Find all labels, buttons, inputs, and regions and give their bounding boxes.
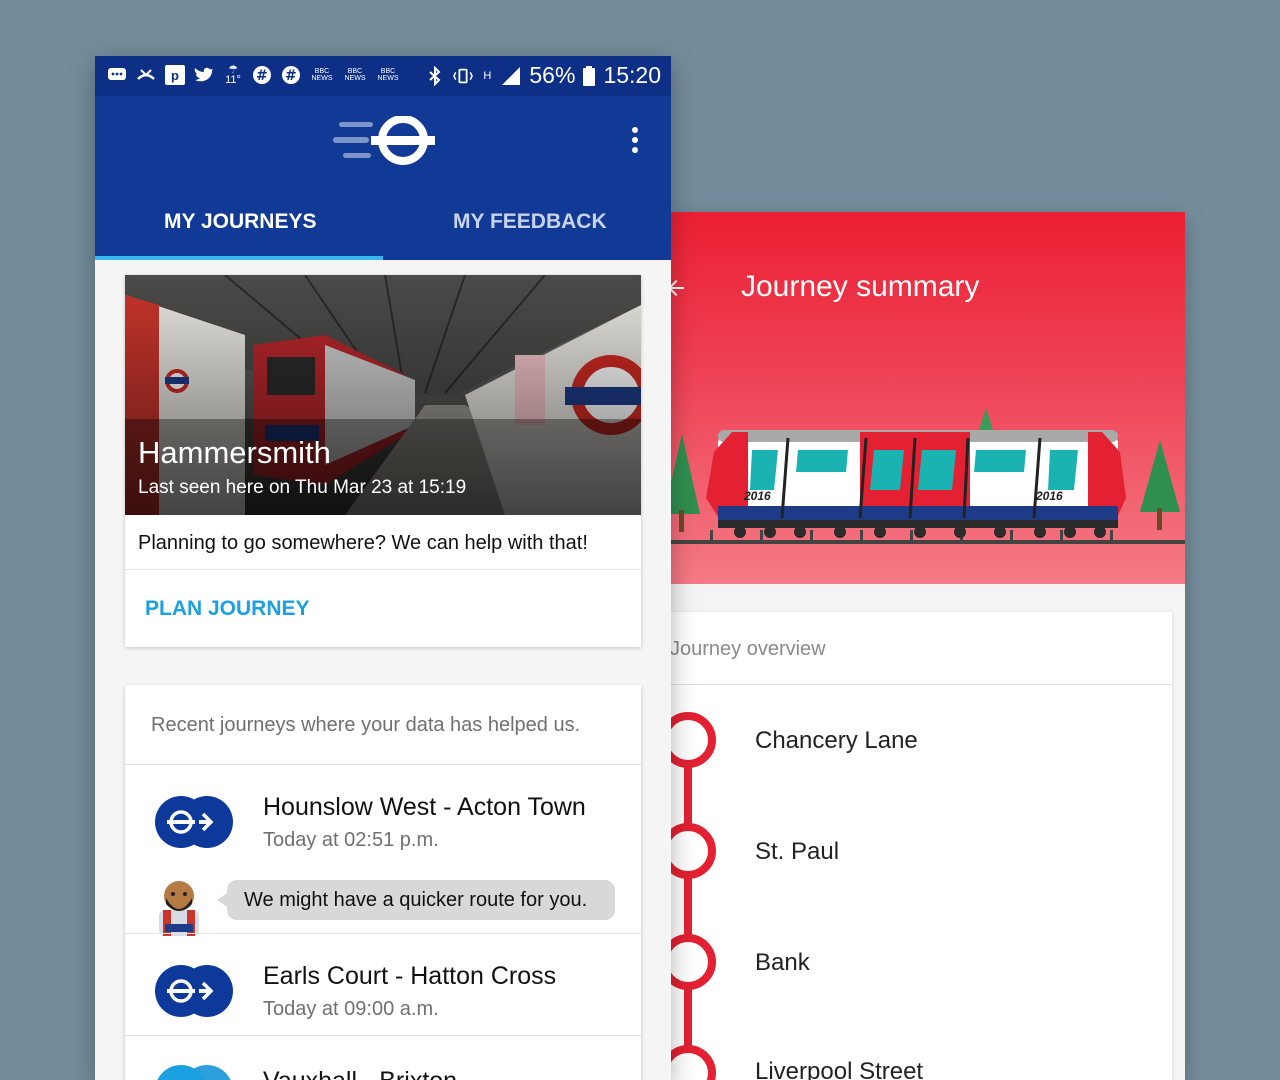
divider: [125, 1035, 641, 1036]
stop-name: Liverpool Street: [755, 1058, 924, 1080]
svg-text:#: #: [285, 68, 297, 84]
train-illustration: 2016 2016: [670, 408, 1185, 544]
journey-title: Hounslow West - Acton Town: [263, 793, 586, 821]
route-line: [670, 712, 716, 1080]
tree-icon: [670, 434, 700, 532]
svg-text:#: #: [256, 68, 268, 84]
planning-prompt: Planning to go somewhere? We can help wi…: [138, 532, 588, 554]
stop-marker: [670, 934, 716, 990]
signal-icon: [501, 66, 521, 86]
notification-icons: p ☂ 11° # # BBC NEWS BBC NEWS BBC NEWS: [107, 64, 400, 86]
system-status: H 56% 15:20: [425, 62, 661, 89]
tfl-roundel-logo: [333, 116, 435, 165]
slack-icon: #: [281, 65, 301, 85]
tree-icon: [1140, 440, 1180, 530]
tube-roundel-icon: [155, 965, 233, 1017]
bbc-news-icon: BBC NEWS: [311, 68, 333, 82]
recent-journeys-card: Recent journeys where your data has help…: [125, 685, 641, 1080]
divider: [670, 684, 1172, 685]
train-year-left: 2016: [743, 489, 771, 503]
stop-marker: [670, 712, 716, 768]
slack-icon: #: [252, 65, 272, 85]
tab-my-feedback[interactable]: MY FEEDBACK: [453, 210, 607, 234]
last-seen-text: Last seen here on Thu Mar 23 at 15:19: [138, 477, 467, 498]
battery-icon: [583, 65, 596, 86]
weather-temperature: 11°: [225, 74, 241, 86]
back-arrow-icon[interactable]: [670, 276, 688, 300]
summary-header: Journey summary 2016 2016: [670, 212, 1185, 584]
journey-title: Earls Court - Hatton Cross: [263, 962, 557, 990]
bbc-news-icon: BBC NEWS: [344, 68, 366, 82]
driver-avatar-icon: [159, 881, 199, 936]
divider: [125, 569, 641, 570]
bluetooth-icon: [425, 65, 445, 86]
app-bar: [95, 96, 671, 260]
missed-call-icon: [136, 65, 156, 85]
stop-name: Bank: [755, 949, 810, 976]
active-tab-indicator: [95, 256, 383, 260]
tube-roundel-icon: [155, 796, 233, 848]
stop-name: Chancery Lane: [755, 727, 918, 754]
status-bar: p ☂ 11° # # BBC NEWS BBC NEWS BBC NEWS H…: [95, 56, 671, 96]
train-year-right: 2016: [1035, 489, 1063, 503]
stop-marker: [670, 1045, 716, 1080]
weather-icon: ☂ 11°: [225, 64, 241, 86]
overview-label: Journey overview: [670, 638, 826, 660]
recent-journeys-header: Recent journeys where your data has help…: [151, 714, 581, 736]
hspa-icon: H: [483, 69, 492, 82]
message-icon: [107, 65, 127, 85]
svg-text:p: p: [171, 68, 179, 83]
journey-time: Today at 09:00 a.m.: [263, 998, 439, 1020]
overground-roundel-icon: [157, 1065, 231, 1080]
battery-percent: 56%: [529, 62, 576, 88]
suggestion-bubble[interactable]: We might have a quicker route for you.: [227, 880, 615, 920]
vibrate-icon: [453, 66, 474, 86]
twitter-icon: [194, 65, 214, 85]
plan-journey-button[interactable]: PLAN JOURNEY: [145, 597, 310, 621]
clock: 15:20: [603, 62, 661, 88]
more-vertical-icon[interactable]: [629, 126, 641, 156]
divider: [125, 933, 641, 934]
station-name: Hammersmith: [138, 435, 331, 470]
journey-time: Today at 02:51 p.m.: [263, 829, 439, 851]
journey-overview-card: Journey overview Chancery Lane St. Paul …: [670, 612, 1172, 1080]
last-seen-card: Hammersmith Last seen here on Thu Mar 23…: [125, 275, 641, 647]
stop-marker: [670, 823, 716, 879]
bbc-news-icon: BBC NEWS: [377, 68, 399, 82]
journey-title: Vauxhall - Brixton: [263, 1067, 457, 1080]
parking-icon: p: [165, 65, 185, 85]
tab-my-journeys[interactable]: MY JOURNEYS: [164, 210, 317, 234]
journey-summary-screen: Journey summary 2016 2016 Journey overvi…: [670, 212, 1185, 1080]
my-journeys-screen: p ☂ 11° # # BBC NEWS BBC NEWS BBC NEWS H…: [95, 56, 671, 1080]
stop-name: St. Paul: [755, 838, 840, 865]
summary-title: Journey summary: [741, 270, 980, 303]
divider: [125, 764, 641, 765]
